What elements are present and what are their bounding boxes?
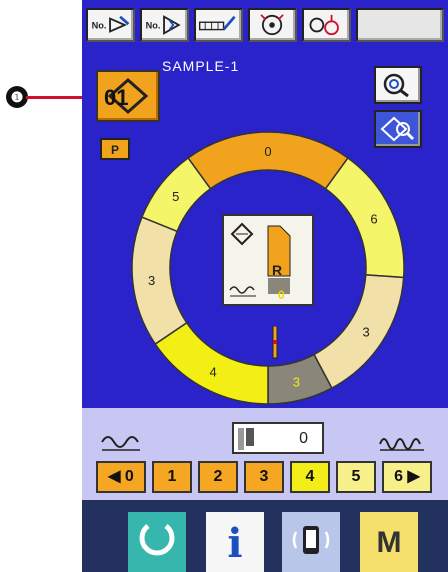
stitch-wave-small-icon <box>101 436 140 451</box>
pattern-count-label: 0 <box>278 288 285 302</box>
communication-button[interactable] <box>282 512 340 572</box>
counter-reset-icon <box>309 14 339 36</box>
ring-segment-label-6: 5 <box>172 189 179 204</box>
blank-toolbar-button[interactable] <box>356 8 444 42</box>
svg-text:No.: No. <box>92 21 107 31</box>
program-no-edit-icon: No. <box>92 15 130 33</box>
mode-icon: M <box>376 526 402 559</box>
step-button-4[interactable]: 4 <box>290 461 330 493</box>
program-no-edit-button[interactable]: No. <box>86 8 135 42</box>
step-button-6[interactable]: 6 ▶ <box>382 461 432 493</box>
program-no-select-button[interactable]: No. <box>140 8 189 42</box>
pattern-display-button[interactable]: R 0 <box>222 214 314 306</box>
ring-segment-label-1: 6 <box>370 212 377 227</box>
ring-segment-2[interactable] <box>312 274 405 390</box>
needle-marker-icon <box>272 326 278 359</box>
ring-segment-1[interactable] <box>324 156 405 279</box>
stitch-counter[interactable]: 0 <box>232 422 324 454</box>
stitch-wave-large-icon <box>379 438 424 451</box>
pattern-edit-button[interactable] <box>194 8 243 42</box>
zoom-search-icon <box>383 73 409 98</box>
program-number-button[interactable]: 01 <box>96 70 160 122</box>
ring-segment-label-4: 4 <box>209 364 216 379</box>
step-button-1[interactable]: 1 <box>152 461 192 493</box>
stitch-control-area: 0 ◀ 0 1 2 3 4 5 6 ▶ <box>82 408 448 500</box>
info-button[interactable]: i <box>206 512 264 572</box>
pattern-r-label: R <box>272 262 283 278</box>
callout-number: ❶ <box>6 86 28 108</box>
ring-segment-5[interactable] <box>131 216 188 346</box>
mode-button[interactable]: M <box>360 512 418 572</box>
step-button-0[interactable]: ◀ 0 <box>96 461 146 493</box>
footer-bar: i M <box>82 500 448 572</box>
program-name: SAMPLE-1 <box>162 58 240 74</box>
step-button-5[interactable]: 5 <box>336 461 376 493</box>
info-icon: i <box>227 520 243 567</box>
step-button-2[interactable]: 2 <box>198 461 238 493</box>
reel-button[interactable] <box>248 8 297 42</box>
ready-button[interactable] <box>128 512 186 572</box>
svg-text:No.: No. <box>146 21 161 31</box>
communication-icon <box>292 526 330 554</box>
ring-segment-label-5: 3 <box>148 273 155 288</box>
sewing-panel: No. No. 01 SAMPLE-1 P 0 6 3 3 4 3 5 R 0 … <box>82 0 448 572</box>
thread-icon <box>238 428 254 450</box>
ring-segment-label-0: 0 <box>264 144 271 159</box>
program-number: 01 <box>104 85 129 110</box>
step-button-3[interactable]: 3 <box>244 461 284 493</box>
ring-segment-label-2: 3 <box>363 325 370 340</box>
ready-icon <box>139 524 175 556</box>
ring-segment-label-3: 3 <box>293 375 300 390</box>
zoom-search-button[interactable] <box>374 66 422 104</box>
reel-icon <box>260 14 284 36</box>
screenshot-root: ❶ No. No. 01 SAMPLE-1 P 0 6 3 3 4 3 5 R … <box>0 0 448 572</box>
pattern-edit-icon <box>198 15 236 31</box>
counter-reset-button[interactable] <box>302 8 351 42</box>
step-selector: ◀ 0 1 2 3 4 5 6 ▶ <box>96 461 436 495</box>
pattern-display-icon <box>229 222 291 297</box>
counter-value: 0 <box>299 430 308 447</box>
ring-segment-0[interactable] <box>187 131 349 190</box>
program-no-select-icon: No. <box>146 15 181 35</box>
